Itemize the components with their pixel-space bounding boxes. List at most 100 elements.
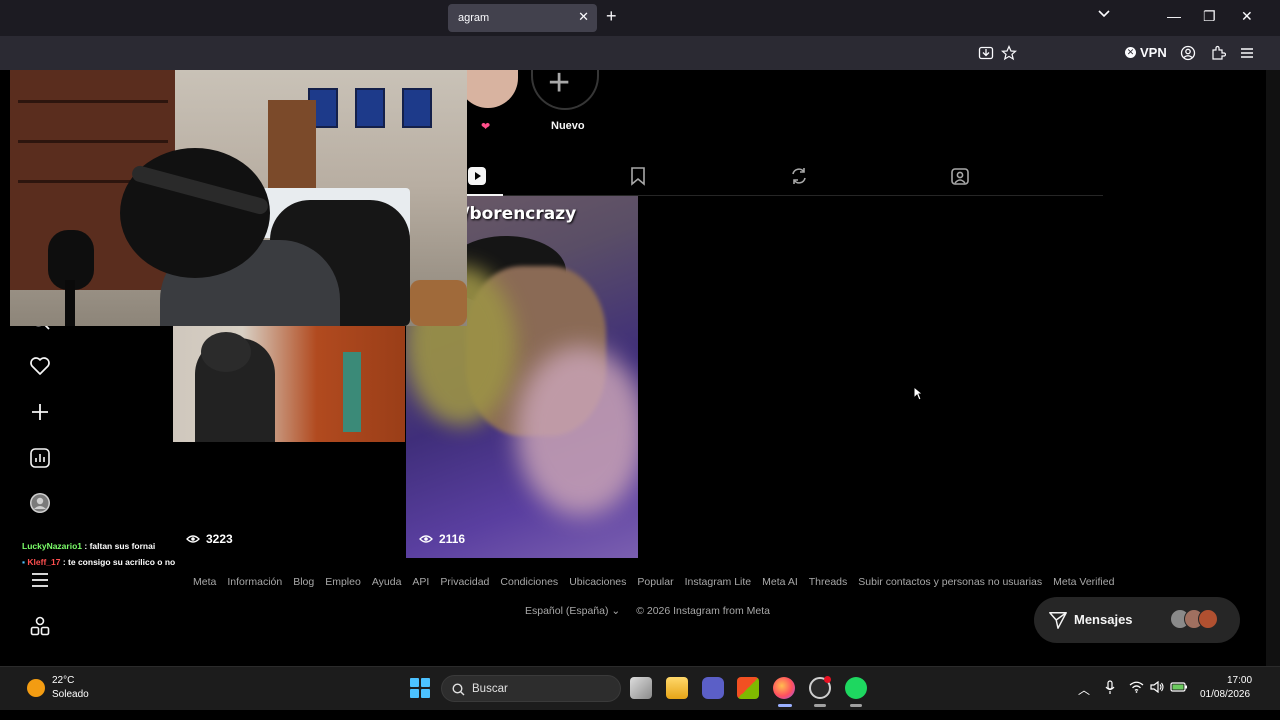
chat-badge-icon: ▪	[22, 557, 26, 567]
tab-reposts-icon[interactable]	[789, 166, 809, 186]
footer-link[interactable]: Meta AI	[762, 576, 798, 588]
footer-link[interactable]: Popular	[637, 576, 673, 588]
running-app-indicator	[814, 704, 826, 707]
highlight-heart[interactable]	[458, 70, 518, 108]
running-app-indicator	[850, 704, 862, 707]
battery-charging-icon[interactable]	[1170, 682, 1188, 692]
vpn-x-icon: ✕	[1125, 47, 1136, 58]
restore-button[interactable]: ❐	[1203, 8, 1216, 25]
wifi-icon[interactable]	[1129, 681, 1144, 693]
footer-link[interactable]: API	[412, 576, 429, 588]
minimize-button[interactable]: —	[1167, 8, 1181, 24]
browser-toolbar: ✕ VPN	[0, 36, 1280, 70]
tab-title: agram	[458, 12, 490, 24]
post-thumbnail-1[interactable]	[173, 312, 405, 442]
shelf	[18, 100, 168, 103]
clock-date[interactable]: 01/08/2026	[1200, 689, 1250, 700]
vpn-button[interactable]: ✕ VPN	[1125, 45, 1167, 60]
microphone-icon[interactable]	[1105, 680, 1115, 695]
clock-time[interactable]: 17:00	[1227, 675, 1252, 686]
footer-link[interactable]: Condiciones	[500, 576, 558, 588]
thumbnail-hand-blur	[516, 346, 638, 516]
sun-weather-icon[interactable]	[27, 679, 45, 697]
new-tab-button[interactable]: +	[606, 6, 617, 27]
close-window-button[interactable]: ✕	[1241, 8, 1253, 25]
chat-text: : faltan sus fornai	[84, 541, 156, 551]
more-menu-icon[interactable]	[29, 569, 51, 591]
install-app-icon[interactable]	[978, 45, 994, 61]
show-hidden-icons-chevron-icon[interactable]: ︿	[1078, 681, 1090, 698]
footer-link[interactable]: Privacidad	[440, 576, 489, 588]
windows-logo-tile	[410, 678, 419, 687]
dashboard-icon[interactable]	[29, 447, 51, 469]
weather-temp[interactable]: 22°C	[52, 675, 74, 686]
create-plus-icon[interactable]	[29, 401, 51, 423]
webcam-door	[268, 100, 316, 190]
webcam-plant	[410, 280, 467, 326]
tab-saved-icon[interactable]	[628, 166, 648, 186]
meta-apps-icon[interactable]	[29, 615, 51, 637]
tab-tagged-icon[interactable]	[950, 166, 970, 186]
screen-bottom-edge	[0, 710, 1280, 720]
firefox-icon[interactable]	[773, 677, 795, 699]
footer-link[interactable]: Threads	[809, 576, 848, 588]
vpn-label: VPN	[1140, 45, 1167, 60]
account-icon[interactable]	[1180, 45, 1196, 61]
highlight-heart-label: ❤	[481, 121, 491, 133]
language-label: Español (España)	[525, 605, 609, 617]
eye-icon	[186, 535, 200, 543]
recording-badge	[824, 676, 831, 683]
footer-link[interactable]: Empleo	[325, 576, 361, 588]
direct-messages-icon	[1049, 612, 1067, 629]
post-views-1: 3223	[186, 532, 233, 546]
start-button[interactable]	[410, 678, 430, 698]
footer-link[interactable]: Ubicaciones	[569, 576, 626, 588]
instagram-profile-page: ❤ + Nuevo 3223 k.com/borencrazy 2116 Luc…	[10, 62, 1266, 666]
footer-link[interactable]: Meta	[193, 576, 216, 588]
volume-icon[interactable]	[1150, 681, 1164, 693]
list-tabs-chevron-icon[interactable]	[1097, 7, 1111, 21]
teams-icon[interactable]	[702, 677, 724, 699]
browser-tab-instagram[interactable]: agram ✕	[448, 4, 597, 32]
footer-links: Meta Información Blog Empleo Ayuda API P…	[193, 576, 1114, 588]
active-app-indicator	[778, 704, 792, 707]
footer-link[interactable]: Información	[227, 576, 282, 588]
profile-avatar-icon[interactable]	[29, 492, 51, 514]
search-label: Buscar	[472, 683, 508, 695]
wall-poster	[355, 88, 385, 128]
messages-button[interactable]: Mensajes	[1034, 597, 1240, 643]
microsoft-store-icon[interactable]	[737, 677, 759, 699]
notifications-heart-icon[interactable]	[29, 355, 51, 377]
wall-poster	[402, 88, 432, 128]
file-explorer-icon[interactable]	[666, 677, 688, 699]
weather-desc[interactable]: Soleado	[52, 689, 89, 700]
chat-user: LuckyNazario1	[22, 541, 82, 551]
microphone-stand	[65, 280, 75, 326]
task-view-icon[interactable]	[630, 677, 652, 699]
footer-link[interactable]: Subir contactos y personas no usuarias	[858, 576, 1042, 588]
highlight-new-label: Nuevo	[551, 120, 585, 132]
footer-link[interactable]: Meta Verified	[1053, 576, 1114, 588]
spotify-icon[interactable]	[845, 677, 867, 699]
menu-hamburger-icon[interactable]	[1239, 45, 1255, 61]
chat-message: LuckyNazario1 : faltan sus fornai	[22, 538, 182, 554]
chat-message: ▪ Kleff_17 : te consigo su acrilico o no	[22, 554, 182, 570]
chat-user: Kleff_17	[27, 557, 61, 567]
tab-close-icon[interactable]: ✕	[578, 9, 589, 25]
footer-link[interactable]: Instagram Lite	[685, 576, 752, 588]
copyright: © 2026 Instagram from Meta	[636, 605, 770, 617]
shelf	[18, 140, 168, 143]
views-count: 2116	[439, 532, 466, 546]
chat-text: : te consigo su acrilico o no	[62, 557, 176, 567]
footer-link[interactable]: Ayuda	[372, 576, 402, 588]
tab-reels-icon[interactable]	[467, 166, 487, 186]
windows-logo-tile	[421, 689, 430, 698]
footer-link[interactable]: Blog	[293, 576, 314, 588]
windows-logo-tile	[421, 678, 430, 687]
bookmark-star-icon[interactable]	[1001, 45, 1017, 61]
messages-label: Mensajes	[1074, 612, 1133, 627]
taskbar-search[interactable]: Buscar	[441, 675, 621, 702]
language-select[interactable]: Español (España) ⌄	[525, 605, 620, 617]
windows-logo-tile	[410, 689, 419, 698]
extensions-icon[interactable]	[1210, 45, 1226, 61]
